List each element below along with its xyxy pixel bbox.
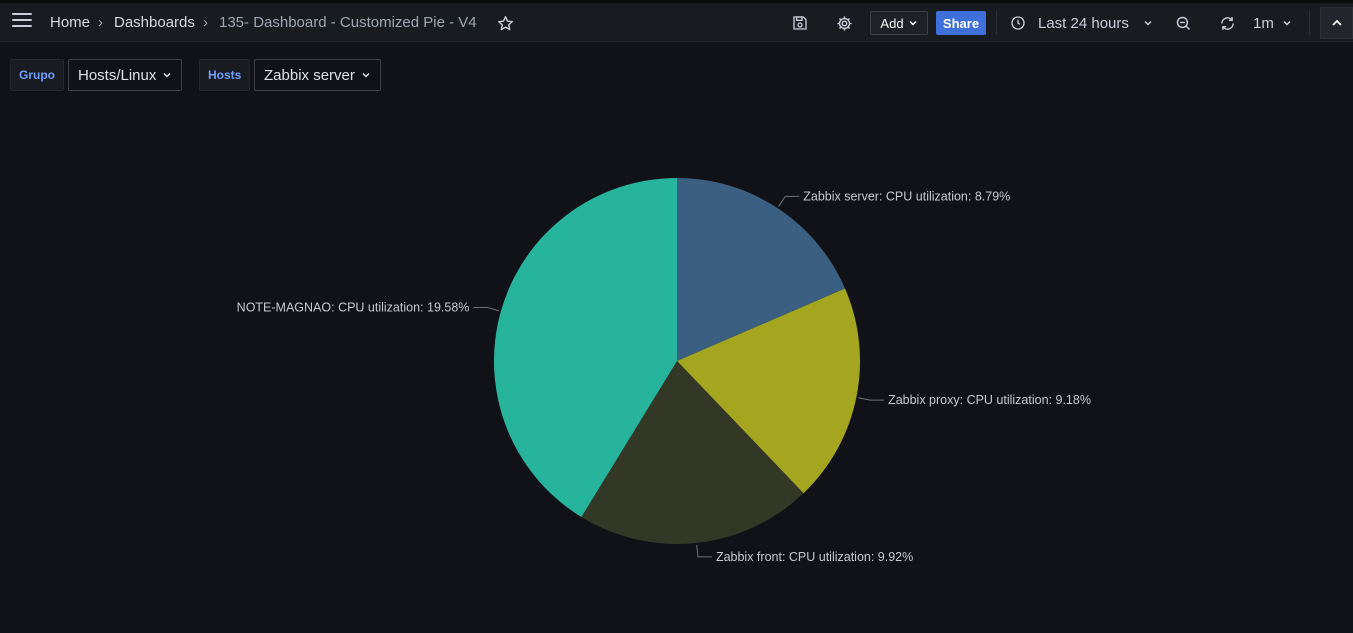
clock-icon (1011, 16, 1025, 30)
chevron-down-icon (1283, 20, 1291, 26)
star-icon[interactable] (493, 11, 517, 35)
variable-select-hosts[interactable]: Zabbix server (254, 59, 381, 91)
breadcrumb-separator: › (98, 14, 103, 31)
pie-leader-line (696, 544, 712, 558)
variable-select-grupo[interactable]: Hosts/Linux (68, 59, 183, 91)
breadcrumb-dashboards[interactable]: Dashboards (114, 14, 195, 31)
chevron-down-icon (1144, 20, 1152, 26)
refresh-interval-picker[interactable]: 1m (1253, 11, 1292, 35)
add-button[interactable]: Add (870, 11, 928, 35)
menu-icon[interactable] (12, 13, 32, 27)
page-title: 135- Dashboard - Customized Pie - V4 (219, 14, 477, 31)
breadcrumb-separator: › (203, 14, 208, 31)
breadcrumb-home[interactable]: Home (50, 14, 90, 31)
pie-slice-label: NOTE-MAGNAO: CPU utilization: 19.58% (237, 301, 470, 315)
zoom-out-icon[interactable] (1171, 11, 1195, 35)
refresh-icon[interactable] (1215, 11, 1239, 35)
pie-slice-label: Zabbix front: CPU utilization: 9.92% (716, 550, 913, 564)
pie-leader-line (858, 397, 885, 401)
time-range-label: Last 24 hours (1038, 14, 1129, 32)
divider (996, 11, 997, 35)
pie-chart: Zabbix server: CPU utilization: 8.79% Zab… (237, 178, 1091, 564)
variable-value-grupo: Hosts/Linux (78, 66, 157, 84)
pie-leader-line (473, 307, 500, 312)
time-range-picker[interactable]: Last 24 hours (1010, 11, 1153, 35)
top-navbar: Home › Dashboards › 135- Dashboard - Cus… (0, 0, 1353, 42)
share-button[interactable]: Share (936, 11, 986, 35)
gear-icon[interactable] (832, 11, 856, 35)
variable-label-hosts: Hosts (199, 59, 251, 91)
variable-label-grupo: Grupo (10, 59, 64, 91)
pie-leader-line (778, 195, 800, 207)
chevron-up-icon (1331, 19, 1342, 26)
pie-slice-label: Zabbix server: CPU utilization: 8.79% (803, 189, 1010, 203)
divider (1309, 11, 1310, 35)
save-icon[interactable] (788, 11, 812, 35)
chevron-down-icon (909, 20, 917, 26)
chevron-down-icon (163, 72, 171, 78)
add-button-label: Add (880, 15, 904, 31)
refresh-interval-label: 1m (1253, 14, 1274, 32)
chevron-down-icon (362, 72, 370, 78)
pie-slice-label: Zabbix proxy: CPU utilization: 9.18% (888, 393, 1091, 407)
variable-value-hosts: Zabbix server (264, 66, 355, 84)
collapse-toolbar-button[interactable] (1320, 7, 1353, 39)
